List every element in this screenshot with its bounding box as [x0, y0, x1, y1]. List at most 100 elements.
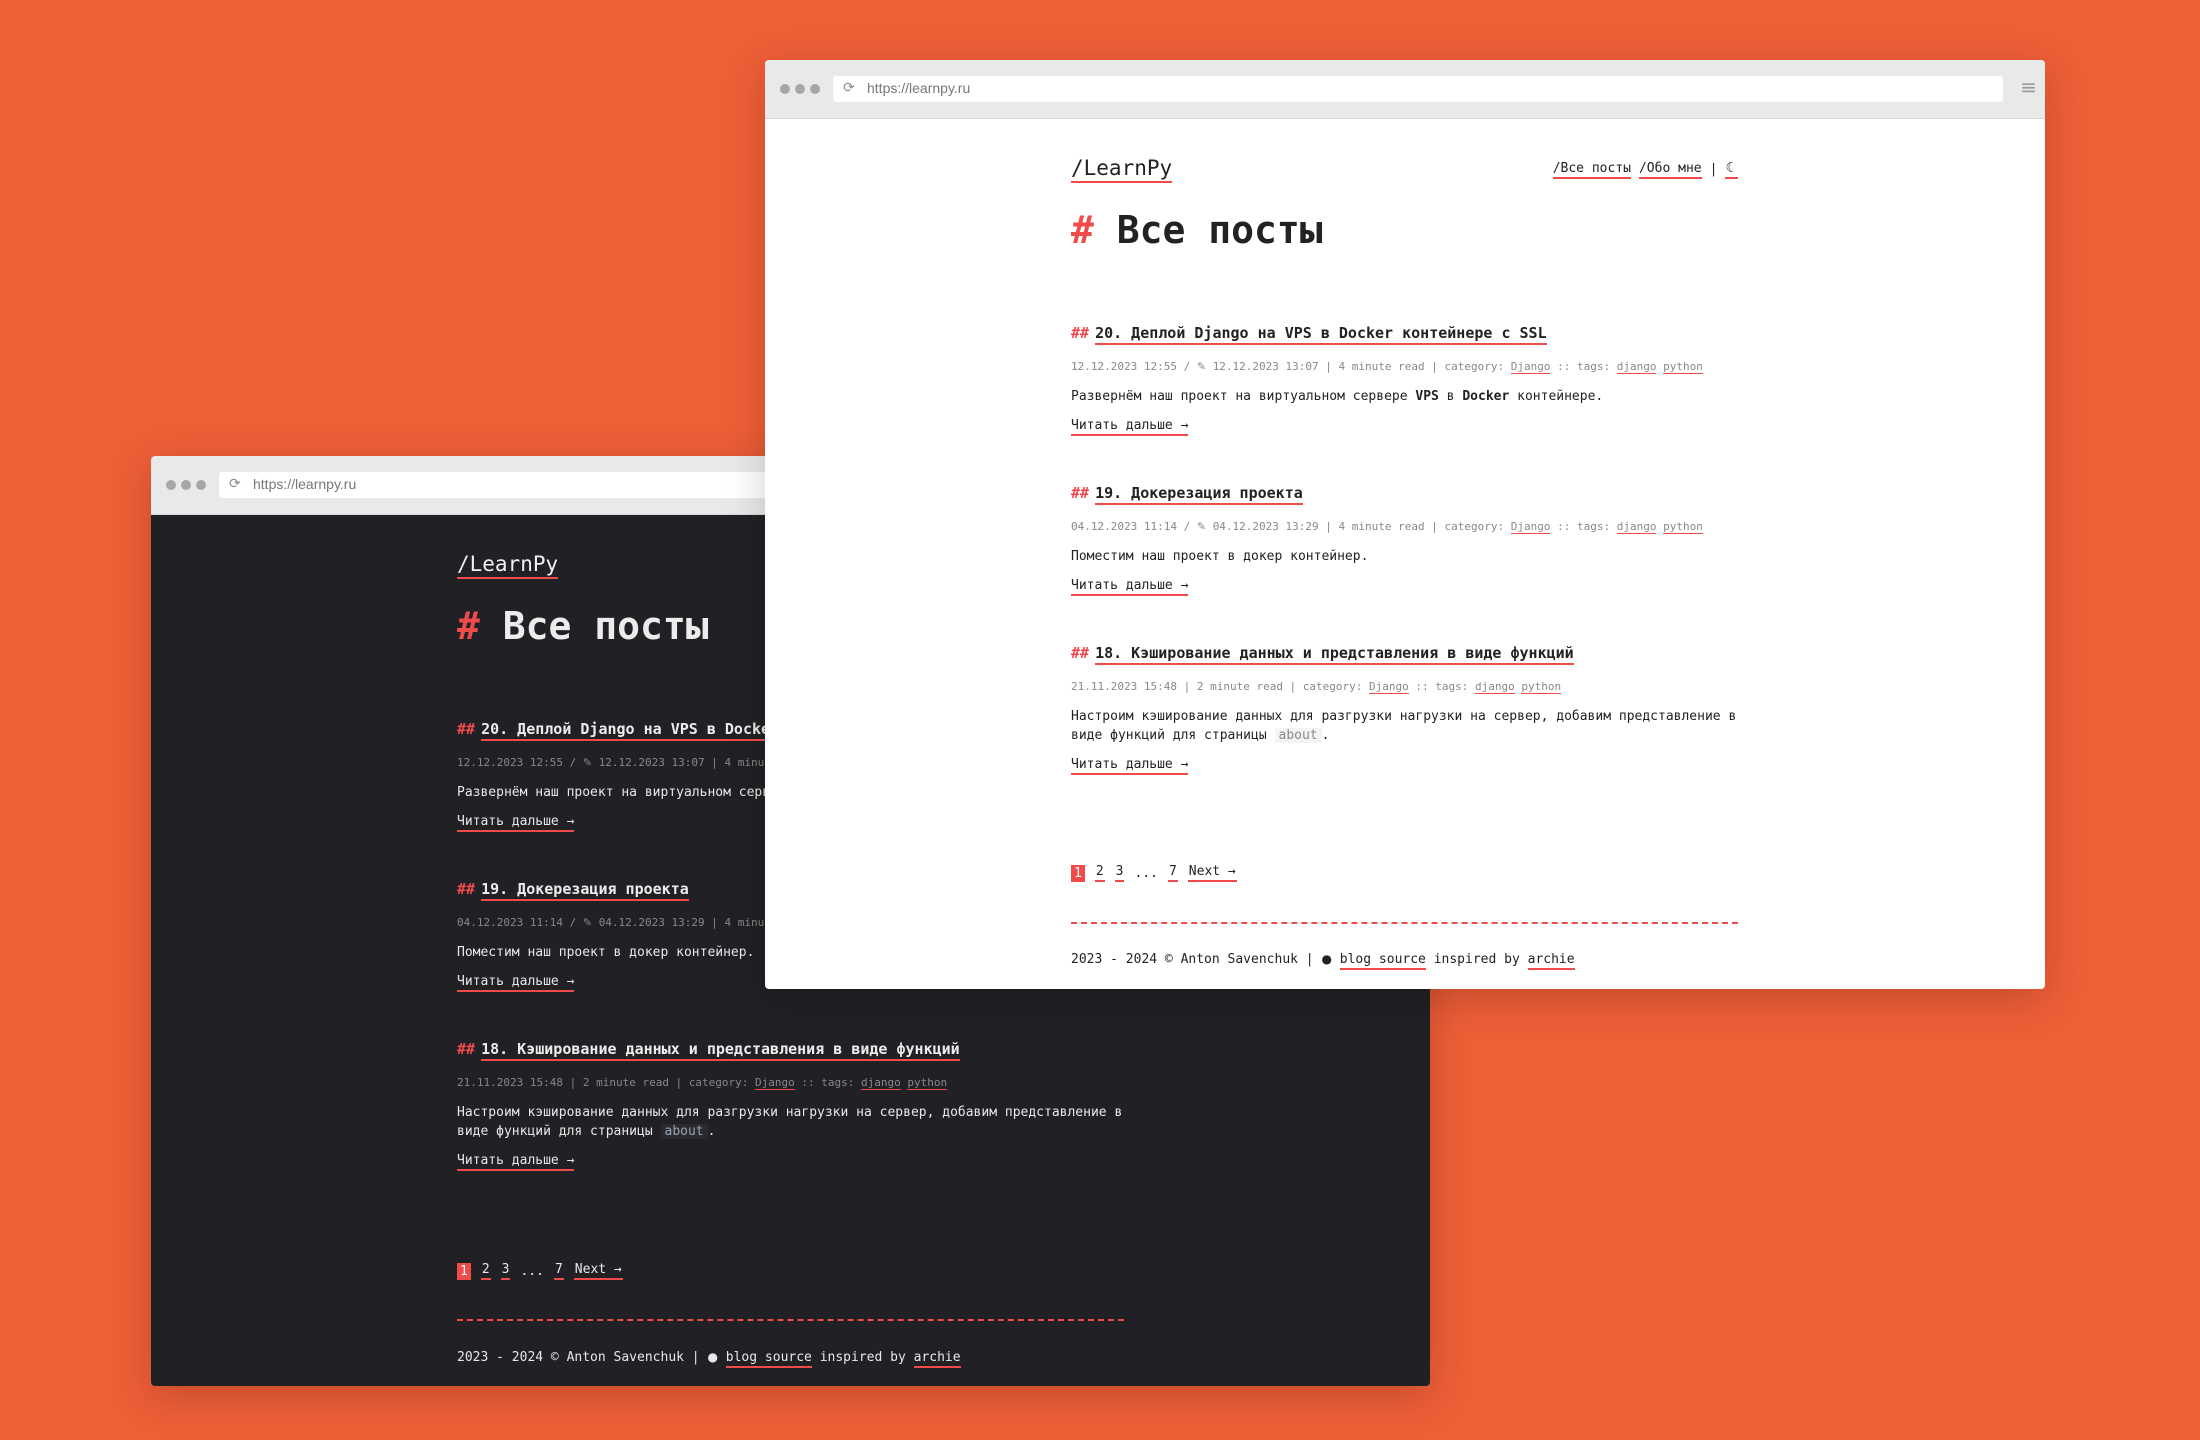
- tag-link[interactable]: django: [1616, 520, 1657, 534]
- tag-link[interactable]: python: [907, 1076, 948, 1090]
- window-minimize-dot[interactable]: [181, 480, 191, 490]
- page-link[interactable]: 3: [500, 1262, 511, 1280]
- excerpt-bold: VPS: [1415, 389, 1439, 404]
- tag-link[interactable]: python: [1663, 520, 1703, 534]
- post-updated-date: 12.12.2023 13:07: [598, 756, 705, 769]
- post-read-time: 2 minute read: [1196, 680, 1283, 693]
- category-link[interactable]: Django: [755, 1076, 795, 1090]
- post-title-link[interactable]: 19. Докерезация проекта: [481, 880, 689, 901]
- tag-link[interactable]: django: [861, 1076, 901, 1090]
- read-more-link[interactable]: Читать дальше →: [1071, 578, 1189, 596]
- category-link[interactable]: Django: [1510, 360, 1551, 374]
- footer-inspired-text: inspired by: [819, 1350, 906, 1365]
- nav-all-posts[interactable]: /Все посты: [1552, 161, 1631, 179]
- page-link[interactable]: 2: [1094, 864, 1105, 882]
- title-hash: #: [1071, 208, 1094, 252]
- blog-source-link[interactable]: blog source: [725, 1350, 812, 1368]
- page-link[interactable]: 2: [480, 1262, 491, 1280]
- nav-about[interactable]: /Обо мне: [1638, 161, 1702, 179]
- blog-source-link[interactable]: blog source: [1339, 952, 1426, 970]
- pencil-icon: ✎: [582, 916, 593, 929]
- tag-link[interactable]: python: [1663, 360, 1703, 374]
- reload-icon[interactable]: ⟳: [843, 80, 855, 96]
- excerpt-text: Развернём наш проект на виртуальном серв…: [457, 785, 794, 800]
- post-created-date: 04.12.2023 11:14: [457, 916, 563, 929]
- post-title: ## 19. Докерезация проекта: [1071, 484, 1971, 505]
- category-link[interactable]: Django: [1510, 520, 1551, 534]
- pencil-icon: ✎: [1196, 520, 1207, 533]
- inline-code: about: [660, 1124, 708, 1139]
- tag-link[interactable]: python: [1521, 680, 1562, 694]
- excerpt-end: .: [1321, 728, 1330, 743]
- post-read-time: 2 minute read: [582, 1076, 669, 1089]
- archie-link[interactable]: archie: [1527, 952, 1575, 970]
- pagination-ellipsis: ...: [1134, 865, 1158, 881]
- title-hash: #: [457, 604, 480, 648]
- read-more-link[interactable]: Читать дальше →: [457, 814, 575, 832]
- post-hash: ##: [1071, 484, 1090, 502]
- page-title: # Все посты: [457, 604, 709, 648]
- inline-code: about: [1274, 728, 1322, 743]
- category-label: category:: [1302, 680, 1363, 693]
- post-excerpt: Развернём наш проект на виртуальном серв…: [1071, 387, 1738, 406]
- post-created-date: 12.12.2023 12:55: [457, 756, 563, 769]
- address-url[interactable]: https://learnpy.ru: [253, 476, 356, 492]
- page-title-text: Все посты: [502, 604, 709, 648]
- moon-icon[interactable]: ☾: [1725, 160, 1738, 179]
- page-link-current[interactable]: 1: [457, 1262, 471, 1280]
- post-meta: 21.11.2023 15:48 | 2 minute read | categ…: [1071, 680, 1562, 694]
- post-title: ## 20. Деплой Django на VPS в Docker конт…: [1071, 324, 1971, 345]
- page-link-current[interactable]: 1: [1071, 864, 1085, 882]
- archie-link[interactable]: archie: [913, 1350, 961, 1368]
- address-bar[interactable]: ⟳ https://learnpy.ru: [833, 76, 2003, 102]
- window-minimize-dot[interactable]: [795, 84, 805, 94]
- hamburger-menu-icon[interactable]: ≡: [2020, 77, 2037, 97]
- post-hash: ##: [1071, 644, 1090, 662]
- read-more-link[interactable]: Читать дальше →: [1071, 418, 1189, 436]
- github-icon: ●: [707, 1350, 718, 1364]
- window-maximize-dot[interactable]: [810, 84, 820, 94]
- post-item: ## 18. Кэширование данных и представления…: [1071, 644, 1971, 775]
- post-excerpt: Настроим кэширование данных для разгрузк…: [1071, 707, 1738, 745]
- category-link[interactable]: Django: [1369, 680, 1409, 694]
- post-read-time: 4 minute read: [1338, 360, 1425, 373]
- address-url[interactable]: https://learnpy.ru: [867, 80, 970, 96]
- tag-link[interactable]: django: [1475, 680, 1515, 694]
- footer-divider: [1071, 922, 1738, 924]
- footer: 2023 - 2024 © Anton Savenchuk | ● blog s…: [1071, 952, 1575, 970]
- read-more-link[interactable]: Читать дальше →: [457, 1153, 575, 1171]
- page-link-last[interactable]: 7: [1167, 864, 1178, 882]
- post-read-time: 4 minute read: [1338, 520, 1425, 533]
- reload-icon[interactable]: ⟳: [229, 476, 241, 492]
- post-title-link[interactable]: 19. Докерезация проекта: [1095, 484, 1303, 505]
- tag-link[interactable]: django: [1616, 360, 1657, 374]
- post-title-link[interactable]: 20. Деплой Django на VPS в Docker контей…: [1095, 324, 1547, 345]
- next-page-link[interactable]: Next →: [1187, 864, 1237, 882]
- tags-label: :: tags:: [1557, 360, 1611, 373]
- category-label: category:: [1444, 360, 1505, 373]
- post-item: ## 20. Деплой Django на VPS в Docker конт…: [1071, 324, 1971, 436]
- tags-label: :: tags:: [1415, 680, 1469, 693]
- window-close-dot[interactable]: [166, 480, 176, 490]
- site-logo[interactable]: /LearnPy: [457, 552, 559, 579]
- window-maximize-dot[interactable]: [196, 480, 206, 490]
- window-controls: [166, 480, 206, 490]
- post-hash: ##: [1071, 324, 1090, 342]
- page-link[interactable]: 3: [1114, 864, 1125, 882]
- post-title-link[interactable]: 18. Кэширование данных и представления в…: [481, 1040, 960, 1061]
- excerpt-text: Развернём наш проект на виртуальном серв…: [1071, 389, 1416, 404]
- read-more-link[interactable]: Читать дальше →: [1071, 757, 1189, 775]
- post-created-date: 12.12.2023 12:55: [1071, 360, 1177, 373]
- pencil-icon: ✎: [582, 756, 593, 769]
- pagination: 1 2 3 ... 7 Next →: [457, 1262, 623, 1280]
- footer-inspired-text: inspired by: [1433, 952, 1520, 967]
- excerpt-text: Настроим кэширование данных для разгрузк…: [1071, 709, 1737, 743]
- post-title-link[interactable]: 18. Кэширование данных и представления в…: [1095, 644, 1574, 665]
- read-more-link[interactable]: Читать дальше →: [457, 974, 575, 992]
- page-link-last[interactable]: 7: [553, 1262, 564, 1280]
- footer: 2023 - 2024 © Anton Savenchuk | ● blog s…: [457, 1350, 961, 1368]
- window-close-dot[interactable]: [780, 84, 790, 94]
- next-page-link[interactable]: Next →: [573, 1262, 623, 1280]
- page-title-text: Все посты: [1116, 208, 1323, 252]
- site-logo[interactable]: /LearnPy: [1071, 156, 1173, 183]
